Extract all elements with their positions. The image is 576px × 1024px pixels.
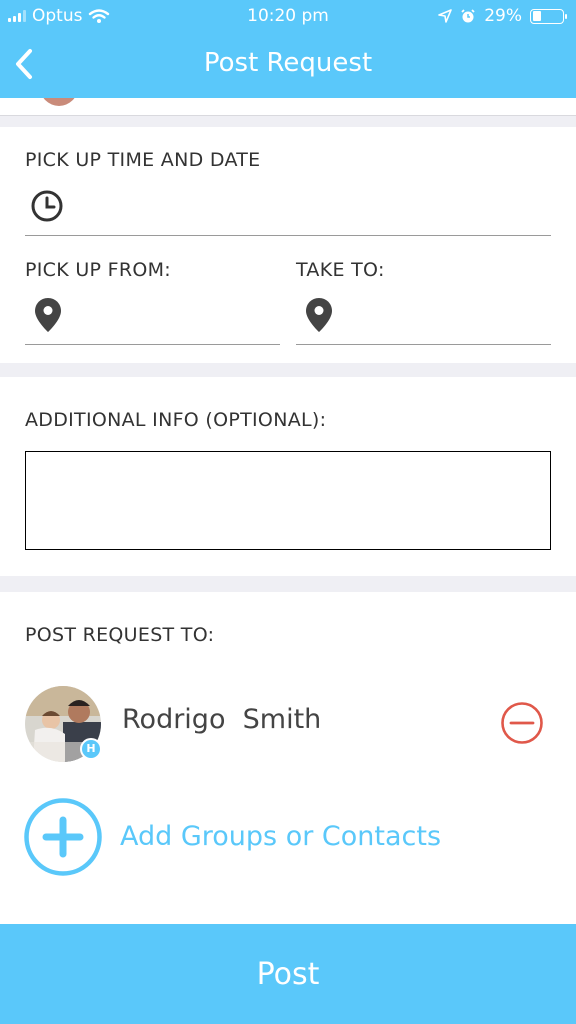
add-groups-or-contacts-link[interactable]: Add Groups or Contacts: [120, 821, 441, 852]
plus-circle-icon[interactable]: [23, 797, 103, 877]
additional-info-textarea[interactable]: [25, 451, 551, 550]
additional-info-card: ADDITIONAL INFO (OPTIONAL):: [0, 377, 576, 576]
alarm-icon: [461, 9, 475, 23]
clock-icon[interactable]: [30, 189, 64, 223]
nav-bar: Post Request: [0, 32, 576, 98]
post-button[interactable]: Post: [0, 924, 576, 1024]
pickup-time-label: PICK UP TIME AND DATE: [25, 149, 261, 171]
battery-icon: [530, 8, 567, 24]
contact-badge: H: [80, 738, 102, 760]
status-bar: Optus 10:20 pm 29%: [0, 0, 576, 32]
page-title: Post Request: [203, 48, 373, 78]
avatar-peek: [40, 98, 78, 106]
pickup-time-field[interactable]: [25, 235, 551, 236]
map-pin-icon[interactable]: [34, 297, 62, 333]
battery-percent: 29%: [484, 6, 522, 26]
pickup-from-label: PICK UP FROM:: [25, 259, 172, 281]
recipients-card: POST REQUEST TO: H Rodrigo Smith Add Gro…: [0, 592, 576, 924]
pickup-card: PICK UP TIME AND DATE PICK UP FROM: TAKE…: [0, 127, 576, 363]
take-to-field[interactable]: [296, 344, 551, 345]
location-arrow-icon: [438, 9, 453, 23]
previous-content-strip: [0, 98, 576, 116]
take-to-label: TAKE TO:: [296, 259, 385, 281]
status-right: 29%: [438, 6, 567, 26]
contact-name: Rodrigo Smith: [122, 704, 322, 735]
battery-fill: [532, 11, 541, 21]
post-request-to-label: POST REQUEST TO:: [25, 624, 215, 646]
map-pin-icon[interactable]: [305, 297, 333, 333]
pickup-from-field[interactable]: [25, 344, 280, 345]
additional-info-label: ADDITIONAL INFO (OPTIONAL):: [25, 409, 327, 431]
minus-circle-icon[interactable]: [499, 700, 545, 746]
